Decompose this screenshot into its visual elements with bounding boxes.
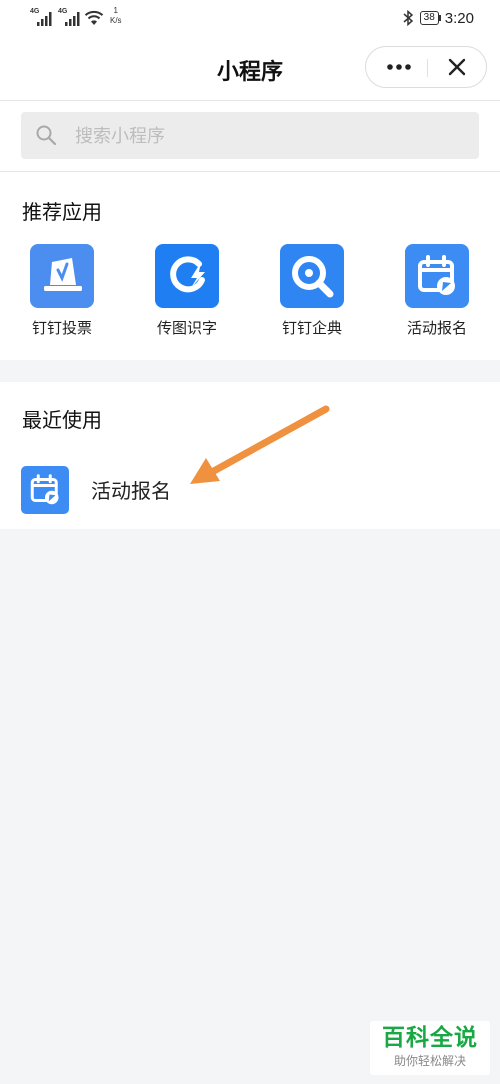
enterprise-search-icon [280, 244, 344, 308]
nav-bar: 小程序 [0, 38, 500, 101]
app-dingtalk-vote[interactable]: 钉钉投票 [12, 244, 112, 344]
more-options-icon[interactable] [380, 57, 420, 77]
close-icon[interactable] [442, 57, 472, 77]
vote-ticket-icon [30, 244, 94, 308]
app-event-signup[interactable]: 活动报名 [387, 244, 487, 344]
recent-item-label: 活动报名 [91, 479, 171, 503]
image-ocr-icon [155, 244, 219, 308]
calendar-signup-icon [21, 466, 69, 514]
app-dingtalk-enterprise[interactable]: 钉钉企典 [262, 244, 362, 344]
capsule-menu [365, 46, 487, 88]
recent-section: 最近使用 活动报名 [0, 382, 500, 529]
wifi-icon [84, 10, 104, 25]
search-icon [36, 125, 57, 146]
app-label: 钉钉企典 [281, 319, 342, 337]
app-image-ocr[interactable]: 传图识字 [137, 244, 237, 344]
network-speed: 1 K/s [110, 6, 122, 25]
app-label: 活动报名 [406, 319, 467, 337]
section-title: 最近使用 [22, 408, 102, 432]
calendar-signup-icon [405, 244, 469, 308]
app-label: 钉钉投票 [31, 319, 92, 337]
app-label: 传图识字 [156, 319, 217, 337]
watermark-title: 百科全说 [382, 1025, 478, 1051]
battery-icon: 38 [419, 11, 441, 25]
recommended-section: 推荐应用 钉钉投票 传图识字 钉钉企典 活动报名 [0, 172, 500, 360]
section-title: 推荐应用 [22, 200, 102, 224]
watermark-subtitle: 助你轻松解决 [393, 1054, 466, 1068]
watermark-logo: 百科全说 助你轻松解决 [370, 1021, 490, 1075]
search-box[interactable] [21, 112, 479, 161]
search-input[interactable] [73, 112, 467, 161]
bluetooth-icon [403, 10, 413, 26]
search-bar [0, 101, 500, 172]
capsule-divider [427, 59, 428, 77]
status-right: 38 3:20 [402, 8, 474, 28]
clock: 3:20 [444, 9, 474, 27]
recent-item-event-signup[interactable]: 活动报名 [0, 464, 500, 520]
status-bar: 4G 4G 1 K/s 38 3:20 [0, 0, 500, 38]
